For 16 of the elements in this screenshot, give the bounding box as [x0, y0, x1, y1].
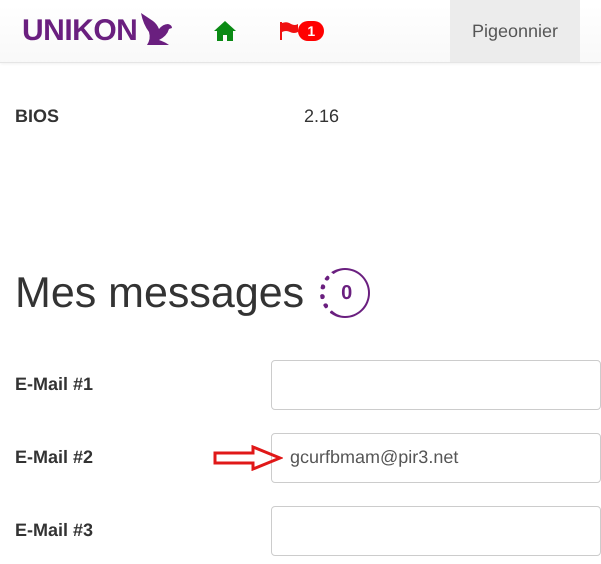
message-count-badge: 0 — [320, 268, 370, 318]
field-label: E-Mail #3 — [15, 520, 94, 541]
home-icon[interactable] — [213, 20, 238, 42]
email-input[interactable] — [271, 506, 601, 556]
field-value: 2.16 — [304, 106, 340, 127]
brand-logo-text[interactable]: UNIKON — [22, 14, 138, 48]
flag-icon[interactable] — [279, 21, 300, 41]
field-label: E-Mail #2 — [15, 447, 94, 468]
field-label: BIOS — [15, 106, 60, 127]
notification-count-badge: 1 — [298, 21, 324, 41]
email-input[interactable] — [271, 360, 601, 410]
email-input[interactable]: gcurfbmam@pir3.net — [271, 432, 601, 482]
section-heading: Mes messages — [15, 268, 304, 318]
nav-tab[interactable]: Pigeonnier — [450, 0, 580, 62]
bird-icon — [139, 12, 174, 46]
field-label: E-Mail #1 — [15, 374, 94, 395]
